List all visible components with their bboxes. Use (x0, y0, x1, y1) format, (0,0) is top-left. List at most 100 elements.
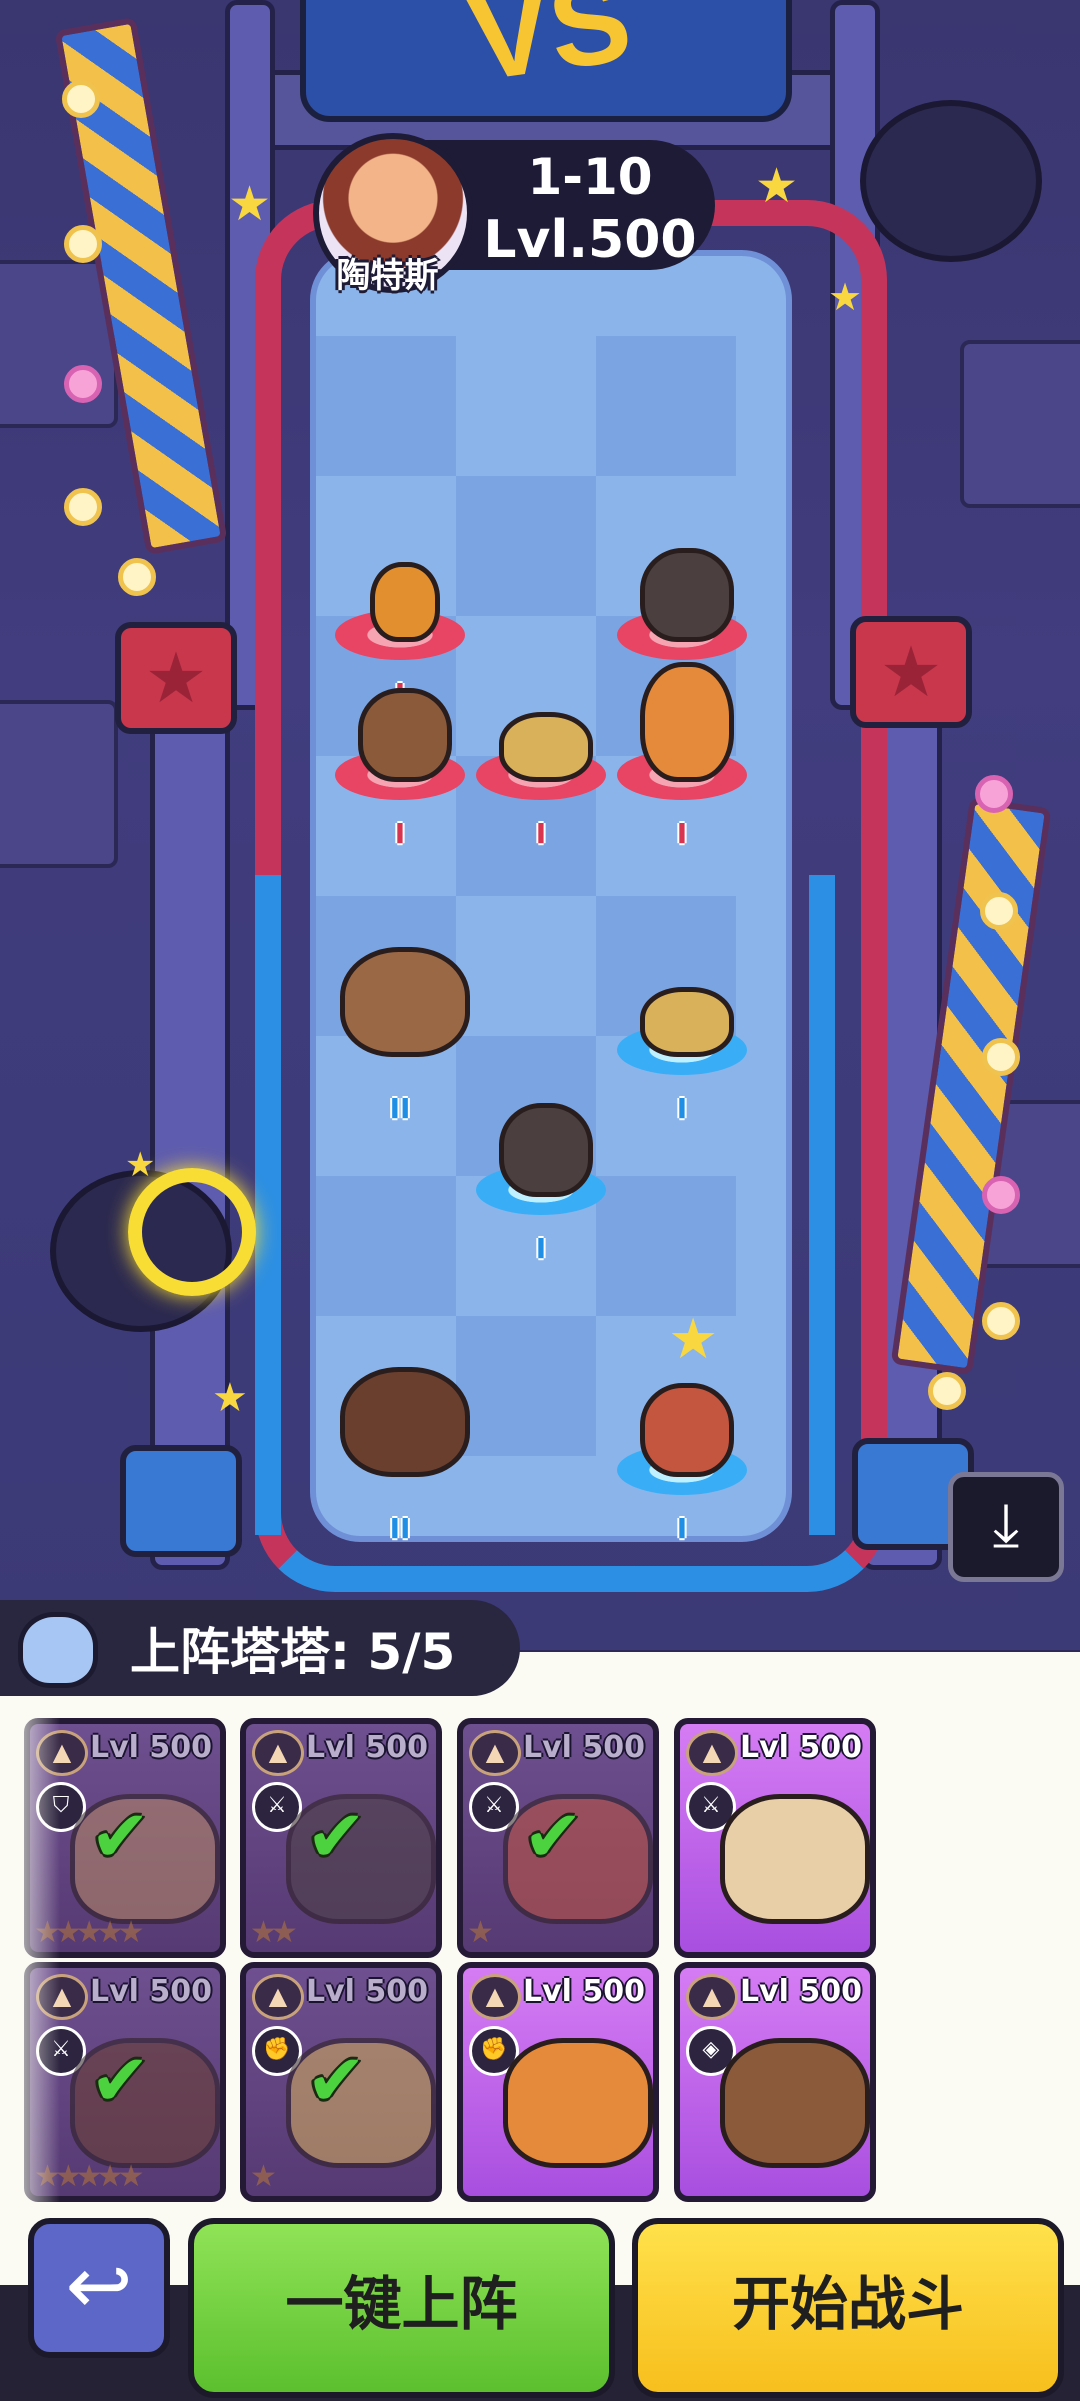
unit-tier: I (535, 1232, 547, 1265)
unit-tier: II (389, 1512, 411, 1545)
unit-tier: II (389, 1092, 411, 1125)
enemy-unit-hamster[interactable]: I (330, 670, 470, 850)
turtle-icon (499, 712, 593, 782)
card-level: Lvl 500 (306, 1974, 429, 2009)
unit-tier: I (676, 1092, 688, 1125)
enemy-unit-mole[interactable] (612, 530, 752, 670)
unit-tier: I (676, 817, 688, 850)
arena-post (150, 700, 230, 1570)
import-lineup-button[interactable]: ⤓ (948, 1472, 1064, 1582)
bird-icon (370, 562, 440, 642)
ally-unit-hamster[interactable]: II (330, 945, 470, 1125)
mountain-icon: ▲ (252, 1730, 304, 1776)
hamster-icon (340, 947, 470, 1057)
wall-tile (960, 340, 1080, 508)
checkmark-icon: ✔ (90, 1794, 151, 1878)
scroll-fade (0, 1710, 60, 2210)
star-icon: ★ (668, 1307, 719, 1372)
card-level: Lvl 500 (90, 1974, 213, 2009)
unit-card[interactable]: ▲ Lvl 500 ✊ ✔ ★ (240, 1962, 442, 2202)
star-icon: ★ (828, 275, 863, 319)
board-cell (456, 476, 596, 616)
auto-deploy-button[interactable]: 一键上阵 (188, 2218, 615, 2398)
mountain-icon: ▲ (686, 1974, 738, 2020)
light-bulb (62, 80, 100, 118)
battle-arena: VS ★ ★ ★ ★ ★ ★ ★ ★ 陶特斯 1-10 Lvl.500 I I … (0, 0, 1080, 1650)
board-cell (456, 1316, 596, 1456)
wall-tile (0, 700, 118, 868)
return-arrow-icon: ↩ (65, 2239, 133, 2332)
unit-card[interactable]: ▲ Lvl 500 ⚔ (674, 1718, 876, 1958)
light-bulb (64, 225, 102, 263)
light-bulb (982, 1176, 1020, 1214)
mountain-icon: ▲ (469, 1730, 521, 1776)
team-count-label: 上阵塔塔: 5/5 (130, 1623, 456, 1681)
star-icon: ★ (125, 1145, 156, 1185)
unit-card[interactable]: ▲ Lvl 500 ⚔ ✔ ★★ (240, 1718, 442, 1958)
unit-card[interactable]: ▲ Lvl 500 ✊ (457, 1962, 659, 2202)
hamster-icon (720, 2038, 870, 2168)
board-rail-blue (809, 875, 835, 1535)
ally-unit-mole[interactable]: I (471, 1085, 611, 1265)
card-level: Lvl 500 (523, 1730, 646, 1765)
light-bulb (982, 1038, 1020, 1076)
card-stars: ★ (250, 2159, 277, 2194)
spotlight (860, 100, 1042, 262)
card-level: Lvl 500 (740, 1974, 863, 2009)
turtle-icon (640, 987, 734, 1057)
board-cell (316, 336, 456, 476)
checkmark-icon: ✔ (90, 2038, 151, 2122)
mole-icon (640, 548, 734, 642)
card-stars: ★★ (250, 1915, 298, 1950)
enemy-unit-kangaroo[interactable]: I (612, 662, 752, 850)
light-bulb (928, 1372, 966, 1410)
cat-robot-icon (18, 1612, 98, 1688)
kangaroo-icon (503, 2038, 653, 2168)
unit-tier: I (394, 817, 406, 850)
enemy-unit-turtle[interactable]: I (471, 670, 611, 850)
star-icon: ★ (212, 1375, 248, 1421)
mountain-icon: ▲ (252, 1974, 304, 2020)
enemy-name: 陶特斯 (336, 256, 439, 296)
start-battle-button[interactable]: 开始战斗 (632, 2218, 1064, 2398)
light-bulb (975, 775, 1013, 813)
unit-tier: I (676, 1512, 688, 1545)
ally-unit-snake[interactable]: I (612, 1365, 752, 1545)
unit-card[interactable]: ▲ Lvl 500 ◈ (674, 1962, 876, 2202)
stage-number: 1-10 (527, 148, 653, 206)
light-bulb (64, 365, 102, 403)
unit-card[interactable]: ▲ Lvl 500 ⚔ ✔ ★ (457, 1718, 659, 1958)
mountain-icon: ▲ (686, 1730, 738, 1776)
light-bulb (982, 1302, 1020, 1340)
back-button[interactable]: ↩ (28, 2218, 170, 2358)
ally-unit-turtle[interactable]: I (612, 945, 752, 1125)
card-level: Lvl 500 (523, 1974, 646, 2009)
light-bulb (980, 892, 1018, 930)
boar-icon (340, 1367, 470, 1477)
mole-icon (499, 1103, 593, 1197)
light-bulb (118, 558, 156, 596)
mountain-icon: ▲ (469, 1974, 521, 2020)
snake-icon (640, 1383, 734, 1477)
board-cell (596, 1176, 736, 1316)
card-stars: ★ (467, 1915, 494, 1950)
battle-board (310, 250, 792, 1542)
cat-block (120, 1445, 242, 1557)
checkmark-icon: ✔ (306, 2038, 367, 2122)
star-icon: ★ (228, 176, 272, 232)
card-level: Lvl 500 (306, 1730, 429, 1765)
star-block: ★ (850, 616, 972, 728)
card-level: Lvl 500 (740, 1730, 863, 1765)
enemy-unit-bird[interactable]: I (330, 530, 470, 710)
card-level: Lvl 500 (90, 1730, 213, 1765)
raccoon-icon (720, 1794, 870, 1924)
light-bulb (64, 488, 102, 526)
checkmark-icon: ✔ (306, 1794, 367, 1878)
kangaroo-icon (640, 662, 734, 782)
star-icon: ★ (755, 158, 799, 214)
enemy-level: Lvl.500 (483, 210, 697, 270)
ally-unit-boar[interactable]: II (330, 1365, 470, 1545)
star-block: ★ (115, 622, 237, 734)
board-cell (596, 336, 736, 476)
spotlight-glow-ring (128, 1168, 256, 1296)
